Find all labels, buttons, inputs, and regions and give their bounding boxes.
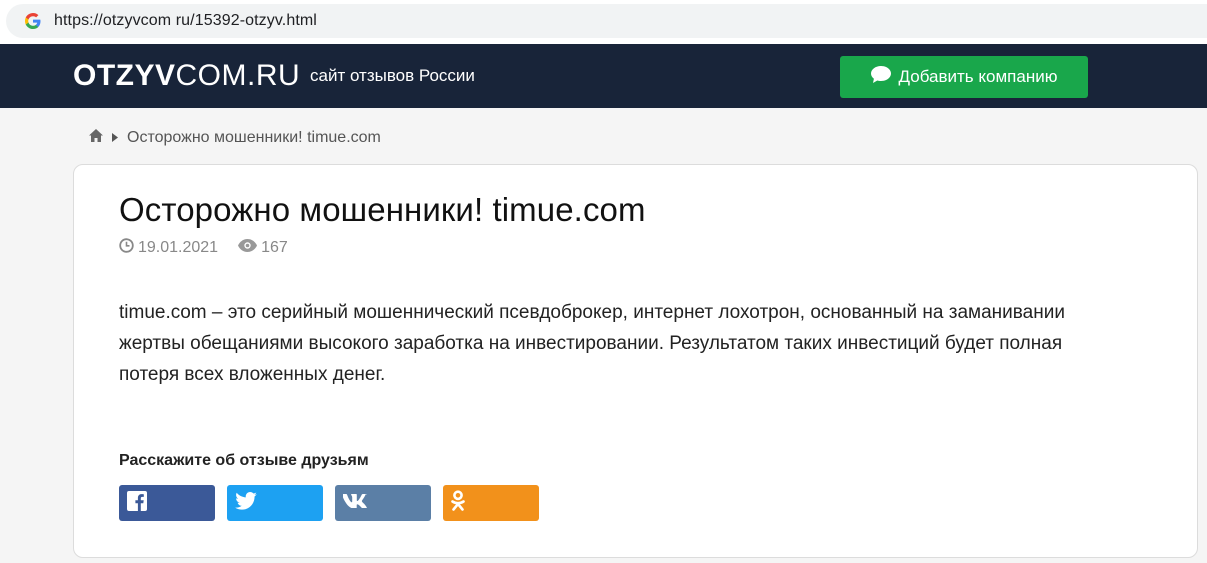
share-facebook-button[interactable]: [119, 485, 215, 521]
article-body: timue.com – это серийный мошеннический п…: [119, 302, 1065, 385]
logo-bold-text: OTZYV: [73, 59, 176, 92]
odnoklassniki-icon: [451, 489, 465, 517]
share-label: Расскажите об отзыве друзьям: [119, 452, 369, 469]
views-item: 167: [238, 238, 288, 258]
browser-address-bar: https://otzyvcom ru/15392-otzyv.html: [0, 0, 1207, 44]
share-vk-button[interactable]: [335, 485, 431, 521]
article-views: 167: [261, 239, 288, 256]
vk-icon: [342, 493, 367, 513]
url-field[interactable]: https://otzyvcom ru/15392-otzyv.html: [6, 4, 1207, 38]
share-buttons: [119, 485, 539, 521]
article-card: Осторожно мошенники! timue.com 19.01.202…: [73, 164, 1198, 558]
facebook-icon: [127, 490, 147, 516]
page-title: Осторожно мошенники! timue.com: [119, 191, 646, 228]
article-meta: 19.01.2021 167: [119, 238, 288, 258]
site-tagline: сайт отзывов России: [310, 66, 475, 85]
site-logo[interactable]: OTZYVCOM.RU: [73, 60, 300, 92]
site-header: OTZYVCOM.RU сайт отзывов России Добавить…: [0, 44, 1207, 108]
clock-icon: [119, 238, 134, 258]
share-twitter-button[interactable]: [227, 485, 323, 521]
share-odnoklassniki-button[interactable]: [443, 485, 539, 521]
url-text[interactable]: https://otzyvcom ru/15392-otzyv.html: [54, 12, 317, 30]
twitter-icon: [235, 491, 257, 515]
eye-icon: [238, 239, 258, 257]
chat-bubble-icon: [870, 66, 891, 88]
date-item: 19.01.2021: [119, 238, 218, 258]
logo-thin-text: COM.RU: [175, 59, 301, 92]
chevron-right-icon: [112, 129, 118, 147]
google-icon: [16, 4, 50, 38]
article-date: 19.01.2021: [138, 239, 219, 256]
add-company-label: Добавить компанию: [898, 67, 1058, 86]
add-company-button[interactable]: Добавить компанию: [840, 56, 1088, 98]
breadcrumb-current: Осторожно мошенники! timue.com: [127, 129, 381, 146]
breadcrumb: Осторожно мошенники! timue.com: [89, 128, 381, 148]
home-icon[interactable]: [89, 129, 103, 147]
